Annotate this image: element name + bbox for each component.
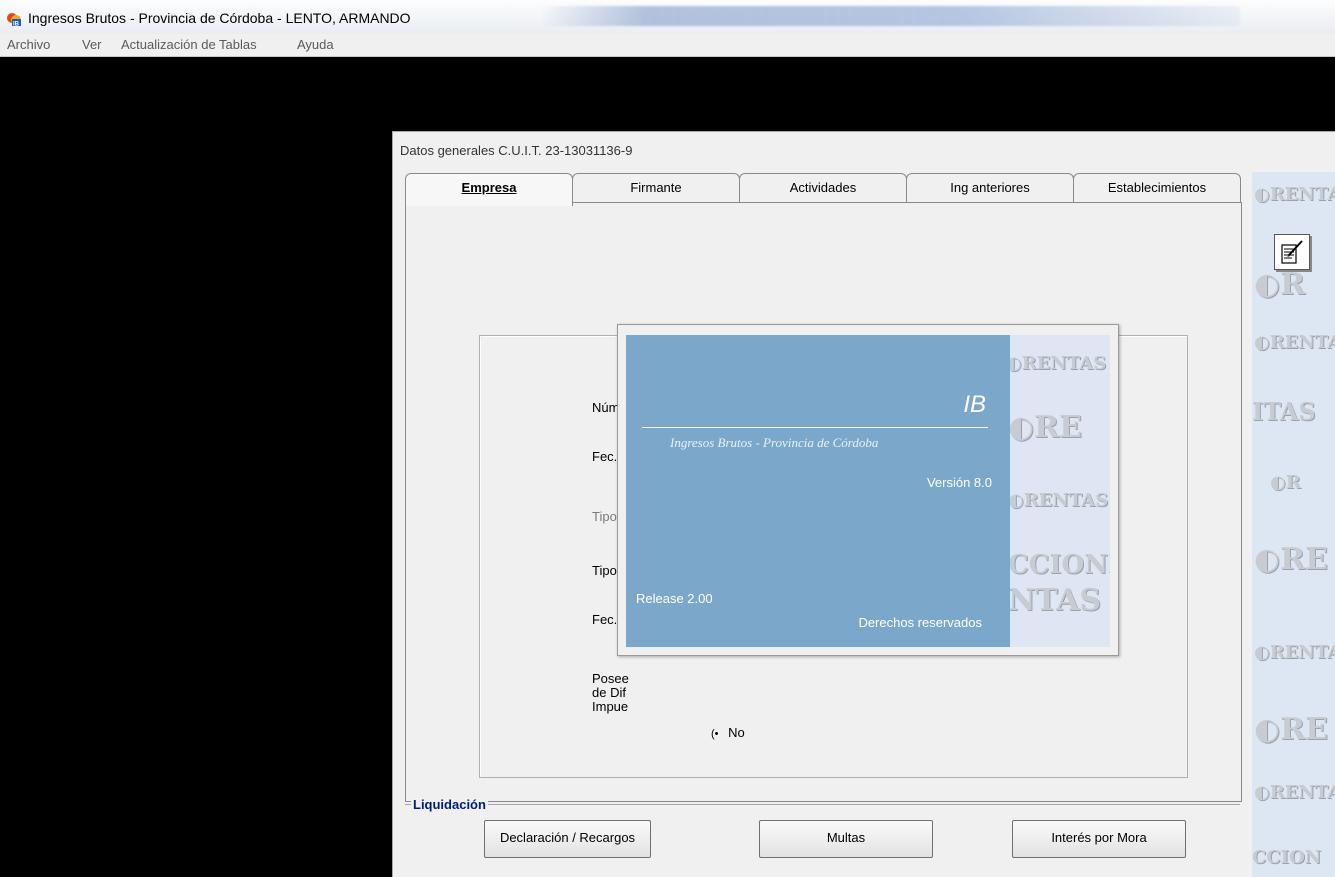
title-bar[interactable]: IB Ingresos Brutos - Provincia de Córdob… (0, 0, 1335, 34)
splash-ib-logo: IB (963, 391, 986, 418)
declaracion-recargos-button[interactable]: Declaración / Recargos (484, 820, 651, 858)
menu-bar: Archivo Ver Actualización de Tablas Ayud… (0, 34, 1335, 57)
rentas-logo-watermark: ITAS (1252, 397, 1316, 426)
liquidacion-frame: Liquidación Declaración / Recargos Multa… (405, 797, 1240, 875)
radio-no-label: No (728, 725, 745, 740)
rentas-logo-watermark: ◐RE (1254, 712, 1328, 747)
rentas-logo-watermark: ◐RENTA (1254, 782, 1335, 803)
liquidacion-legend: Liquidación (411, 797, 488, 812)
posee-label-3: Impue (592, 699, 629, 714)
rentas-logo-watermark: ◐RENTAS (1010, 353, 1107, 374)
rentas-logo-watermark: ◐RE (1254, 542, 1328, 577)
posee-label-2: de Dif (592, 685, 626, 700)
rentas-logo-watermark: NTAS (1010, 583, 1102, 618)
rentas-logo-watermark: ◐RENTA (1254, 642, 1335, 663)
rentas-logo-watermark: ◐R (1254, 267, 1306, 302)
rentas-logo-watermark: ◐RENTA (1254, 332, 1335, 353)
app-icon: IB (7, 13, 21, 28)
tab-empresa[interactable]: Empresa (405, 173, 573, 206)
splash-divider (642, 427, 988, 428)
splash-release: Release 2.00 (636, 591, 713, 606)
interes-mora-button[interactable]: Interés por Mora (1012, 820, 1186, 858)
tab-firmante[interactable]: Firmante (572, 173, 740, 204)
splash-blue-panel: IB Ingresos Brutos - Provincia de Córdob… (626, 335, 1010, 647)
tab-ing-anteriores[interactable]: Ing anteriores (906, 173, 1074, 204)
rentas-logo-watermark: ◐RE (1010, 410, 1082, 445)
blurred-taskbar-area (540, 6, 1240, 26)
splash-screen: IB Ingresos Brutos - Provincia de Córdob… (617, 324, 1119, 656)
splash-version: Versión 8.0 (926, 475, 992, 490)
tab-strip: Empresa Firmante Actividades Ing anterio… (405, 173, 1245, 206)
splash-inner: IB Ingresos Brutos - Provincia de Córdob… (626, 335, 1110, 647)
radio-no[interactable]: (• No (711, 725, 745, 740)
posee-label-1: Posee (592, 671, 629, 686)
tab-actividades[interactable]: Actividades (739, 173, 907, 204)
multas-button[interactable]: Multas (759, 820, 933, 858)
rentas-logo-watermark: CCIONDE (1010, 550, 1110, 580)
splash-subtitle: Ingresos Brutos - Provincia de Córdoba (670, 435, 879, 450)
rentas-logo-watermark: ◐RENTA (1254, 184, 1335, 205)
splash-rentas-watermark: ◐RENTAS ◐RE ◐RENTAS CCIONDE NTAS (1010, 335, 1110, 647)
rentas-logo-watermark: ◐R (1270, 472, 1301, 493)
svg-text:IB: IB (13, 22, 20, 28)
window-title: Ingresos Brutos - Provincia de Córdoba -… (28, 10, 411, 26)
menu-ver[interactable]: Ver (82, 37, 102, 52)
splash-rights: Derechos reservados (858, 615, 982, 630)
tab-establecimientos[interactable]: Establecimientos (1073, 173, 1241, 204)
rentas-logo-watermark: CCION (1252, 847, 1322, 868)
rentas-watermark-strip: ◐RENTA ◐R ◐RENTA ITAS ◐R ◐RE ◐RENTA ◐RE … (1252, 172, 1335, 877)
notepad-pencil-icon (1281, 240, 1303, 264)
radio-no-dot: (• (711, 728, 719, 740)
menu-actualizacion-tablas[interactable]: Actualización de Tablas (121, 37, 257, 52)
tab-empresa-label: Empresa (461, 180, 517, 195)
child-window-title: Datos generales C.U.I.T. 23-13031136-9 (400, 143, 633, 158)
menu-ayuda[interactable]: Ayuda (297, 37, 334, 52)
edit-notes-button[interactable] (1274, 234, 1310, 270)
rentas-logo-watermark: ◐RENTAS (1010, 490, 1109, 511)
menu-archivo[interactable]: Archivo (7, 37, 50, 52)
